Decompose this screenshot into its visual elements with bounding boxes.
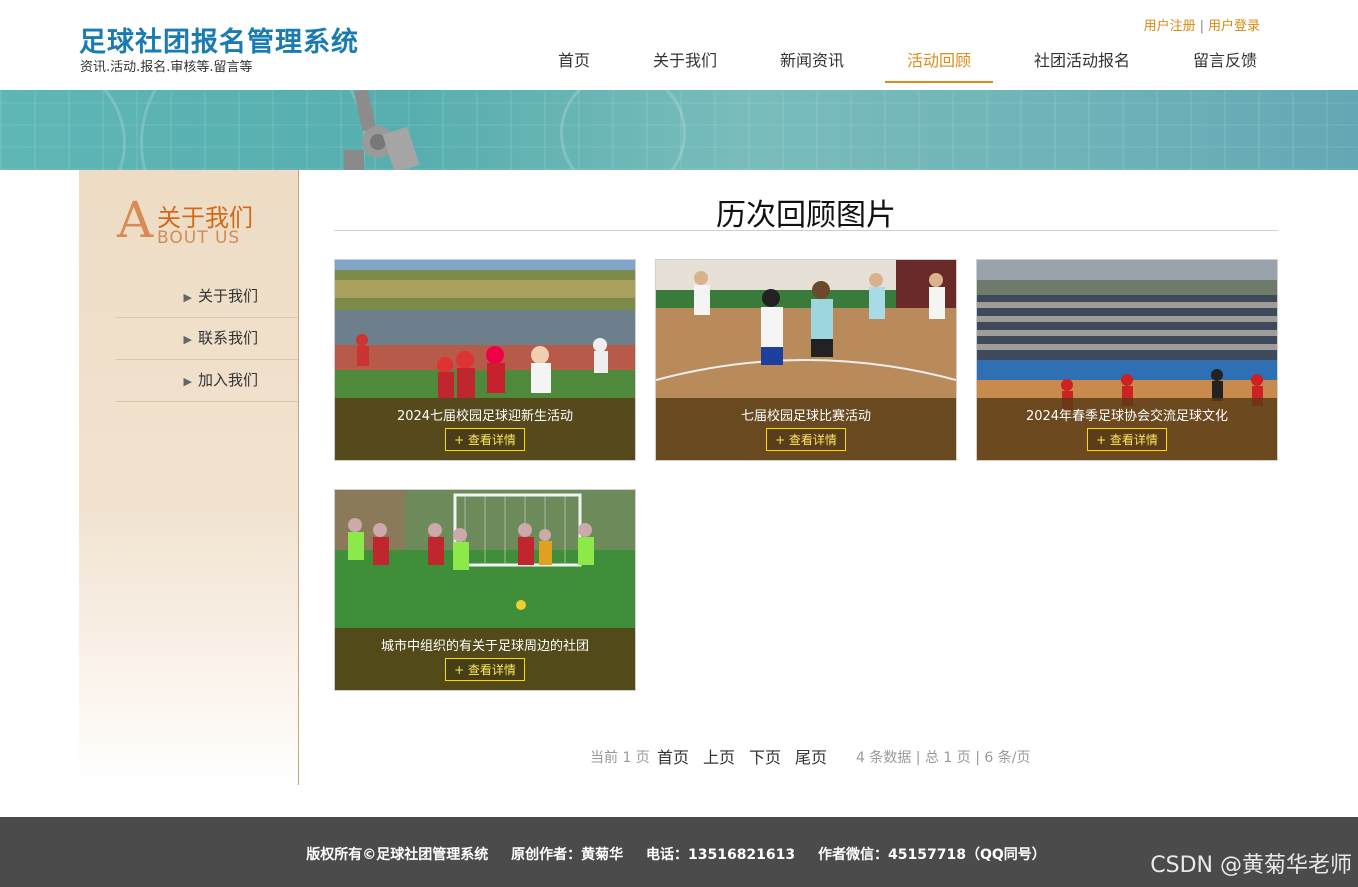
review-card[interactable]: 城市中组织的有关于足球周边的社团 + 查看详情 [334, 489, 636, 691]
site-title[interactable]: 足球社团报名管理系统 [79, 20, 359, 59]
nav-review[interactable]: 活动回顾 [885, 45, 993, 83]
nav-about[interactable]: 关于我们 [641, 45, 729, 81]
about-heading: A 关于我们 BOUT US [117, 194, 287, 254]
chevron-right-icon: ▶ [183, 333, 192, 346]
title-divider [334, 230, 1278, 231]
about-title-en: BOUT US [157, 228, 241, 248]
sidebar-item-label: 关于我们 [197, 287, 258, 305]
footer-author: 原创作者：黄菊华 [511, 847, 624, 863]
review-card[interactable]: 七届校园足球比赛活动 + 查看详情 [655, 259, 957, 461]
footer-wechat: 作者微信：45157718（QQ同号） [818, 847, 1046, 863]
footer-phone: 电话：13516821613 [645, 847, 796, 863]
robot-arm-icon [344, 90, 420, 170]
view-details-button[interactable]: + 查看详情 [766, 428, 846, 451]
site-subtitle: 资讯.活动.报名.审核等.留言等 [80, 60, 253, 75]
sidebar: A 关于我们 BOUT US ▶ 关于我们 ▶ 联系我们 ▶ 加入我们 [79, 170, 299, 785]
sidebar-item-label: 加入我们 [197, 371, 258, 389]
banner-circuit-arc [0, 90, 126, 170]
footer-copyright: 版权所有©足球社团管理系统 [306, 847, 489, 863]
sidebar-item-contact[interactable]: ▶ 联系我们 [116, 318, 298, 360]
nav-home[interactable]: 首页 [546, 45, 602, 81]
pagination-next[interactable]: 下页 [749, 744, 781, 768]
login-link[interactable]: 用户登录 [1208, 19, 1260, 34]
sidebar-item-join[interactable]: ▶ 加入我们 [116, 360, 298, 402]
auth-separator: | [1199, 19, 1204, 34]
about-letter: A [117, 191, 154, 249]
footer-info: 版权所有©足球社团管理系统 原创作者：黄菊华 电话：13516821613 作者… [0, 844, 1352, 864]
pagination-prev[interactable]: 上页 [703, 744, 735, 768]
page-title: 历次回顾图片 [716, 198, 896, 233]
pagination-current: 当前 1 页 [590, 750, 650, 766]
chevron-right-icon: ▶ [183, 375, 192, 388]
card-caption: 城市中组织的有关于足球周边的社团 [380, 639, 589, 654]
banner-circuit-arc [140, 90, 366, 170]
site-header: 足球社团报名管理系统 资讯.活动.报名.审核等.留言等 用户注册 | 用户登录 首页… [0, 0, 1358, 90]
banner-circuit-arc [560, 90, 686, 170]
view-details-button[interactable]: + 查看详情 [445, 428, 525, 451]
register-link[interactable]: 用户注册 [1144, 19, 1196, 34]
csdn-watermark: CSDN @黄菊华老师 [1150, 853, 1352, 878]
pagination-summary: 4 条数据 | 总 1 页 | 6 条/页 [856, 750, 1031, 766]
pagination-first[interactable]: 首页 [657, 744, 689, 768]
view-details-button[interactable]: + 查看详情 [445, 658, 525, 681]
card-caption: 七届校园足球比赛活动 [740, 409, 871, 424]
pagination-last[interactable]: 尾页 [795, 744, 827, 768]
nav-news[interactable]: 新闻资讯 [768, 45, 856, 81]
card-caption: 2024七届校园足球迎新生活动 [396, 409, 574, 424]
view-details-button[interactable]: + 查看详情 [1087, 428, 1167, 451]
banner-image [0, 90, 1358, 170]
sidebar-item-label: 联系我们 [197, 329, 258, 347]
chevron-right-icon: ▶ [183, 291, 192, 304]
nav-feedback[interactable]: 留言反馈 [1181, 45, 1269, 81]
sidebar-menu: ▶ 关于我们 ▶ 联系我们 ▶ 加入我们 [116, 276, 298, 402]
nav-signup[interactable]: 社团活动报名 [1024, 45, 1140, 81]
card-caption: 2024年春季足球协会交流足球文化 [1025, 409, 1229, 424]
auth-links: 用户注册 | 用户登录 [1144, 15, 1260, 34]
review-card[interactable]: 2024七届校园足球迎新生活动 + 查看详情 [334, 259, 636, 461]
sidebar-item-about[interactable]: ▶ 关于我们 [116, 276, 298, 318]
review-card[interactable]: 2024年春季足球协会交流足球文化 + 查看详情 [976, 259, 1278, 461]
